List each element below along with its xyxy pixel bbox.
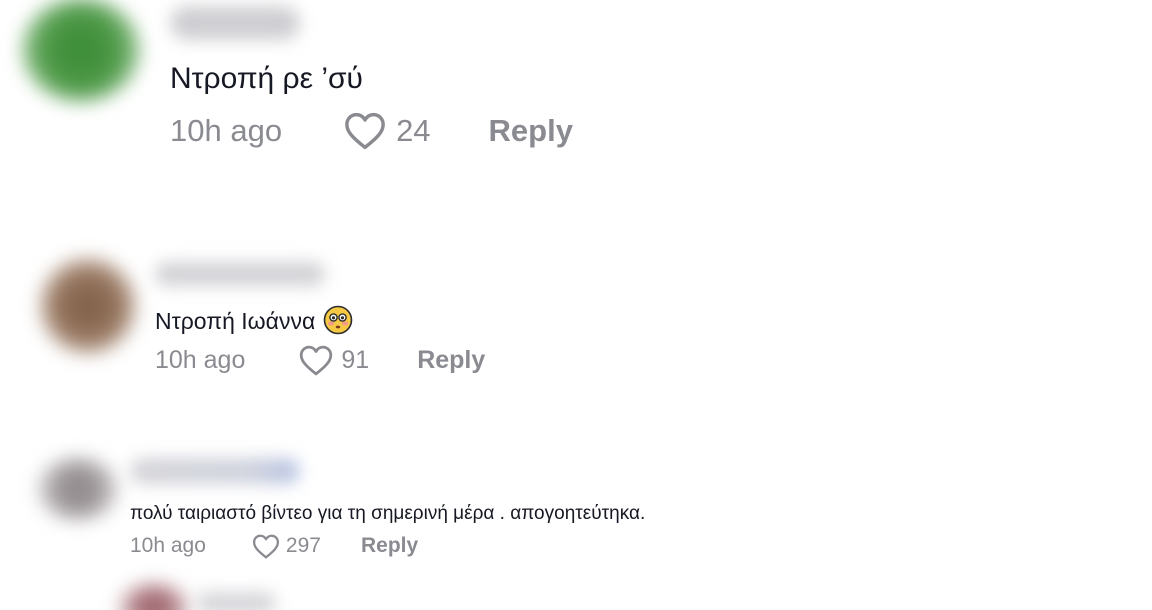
reply-button[interactable]: Reply (489, 113, 573, 149)
comment-meta: 10h ago 24 Reply (170, 110, 573, 152)
like-button[interactable]: 91 (299, 345, 369, 376)
flushed-face-emoji (323, 305, 353, 341)
comments-list: Ντροπή ρε ’σύ 10h ago 24 Reply Ντροπή Ιω… (0, 0, 1152, 610)
comment-text: πολύ ταιριαστό βίντεο για τη σημερινή μέ… (130, 503, 646, 524)
username-blurred[interactable] (155, 262, 325, 286)
comment-meta: 10h ago 91 Reply (155, 342, 485, 378)
heart-outline-icon (345, 112, 385, 150)
username-blurred[interactable] (196, 592, 276, 610)
heart-outline-icon (252, 534, 279, 558)
like-button[interactable]: 24 (344, 112, 431, 150)
avatar[interactable] (22, 0, 140, 102)
username-blurred[interactable] (170, 6, 300, 40)
comment-meta: 10h ago 297 Reply (130, 532, 418, 560)
avatar[interactable] (118, 584, 190, 610)
like-count: 24 (396, 113, 431, 148)
comment-text: Ντροπή Ιωάννα (155, 308, 316, 335)
avatar[interactable] (40, 258, 136, 354)
like-count: 297 (285, 534, 321, 557)
like-button[interactable]: 297 (252, 534, 321, 559)
comment-time: 10h ago (155, 345, 246, 374)
comment-text-row: Ντροπή Ιωάννα (155, 305, 353, 341)
avatar[interactable] (38, 458, 118, 520)
username-blurred[interactable] (130, 458, 300, 484)
heart-outline-icon (300, 345, 333, 375)
like-count: 91 (341, 345, 370, 374)
reply-button[interactable]: Reply (361, 534, 418, 558)
comment-time: 10h ago (170, 113, 283, 148)
comment-text: Ντροπή ρε ’σύ (170, 62, 363, 95)
reply-button[interactable]: Reply (417, 346, 485, 375)
comment-time: 10h ago (130, 534, 206, 557)
